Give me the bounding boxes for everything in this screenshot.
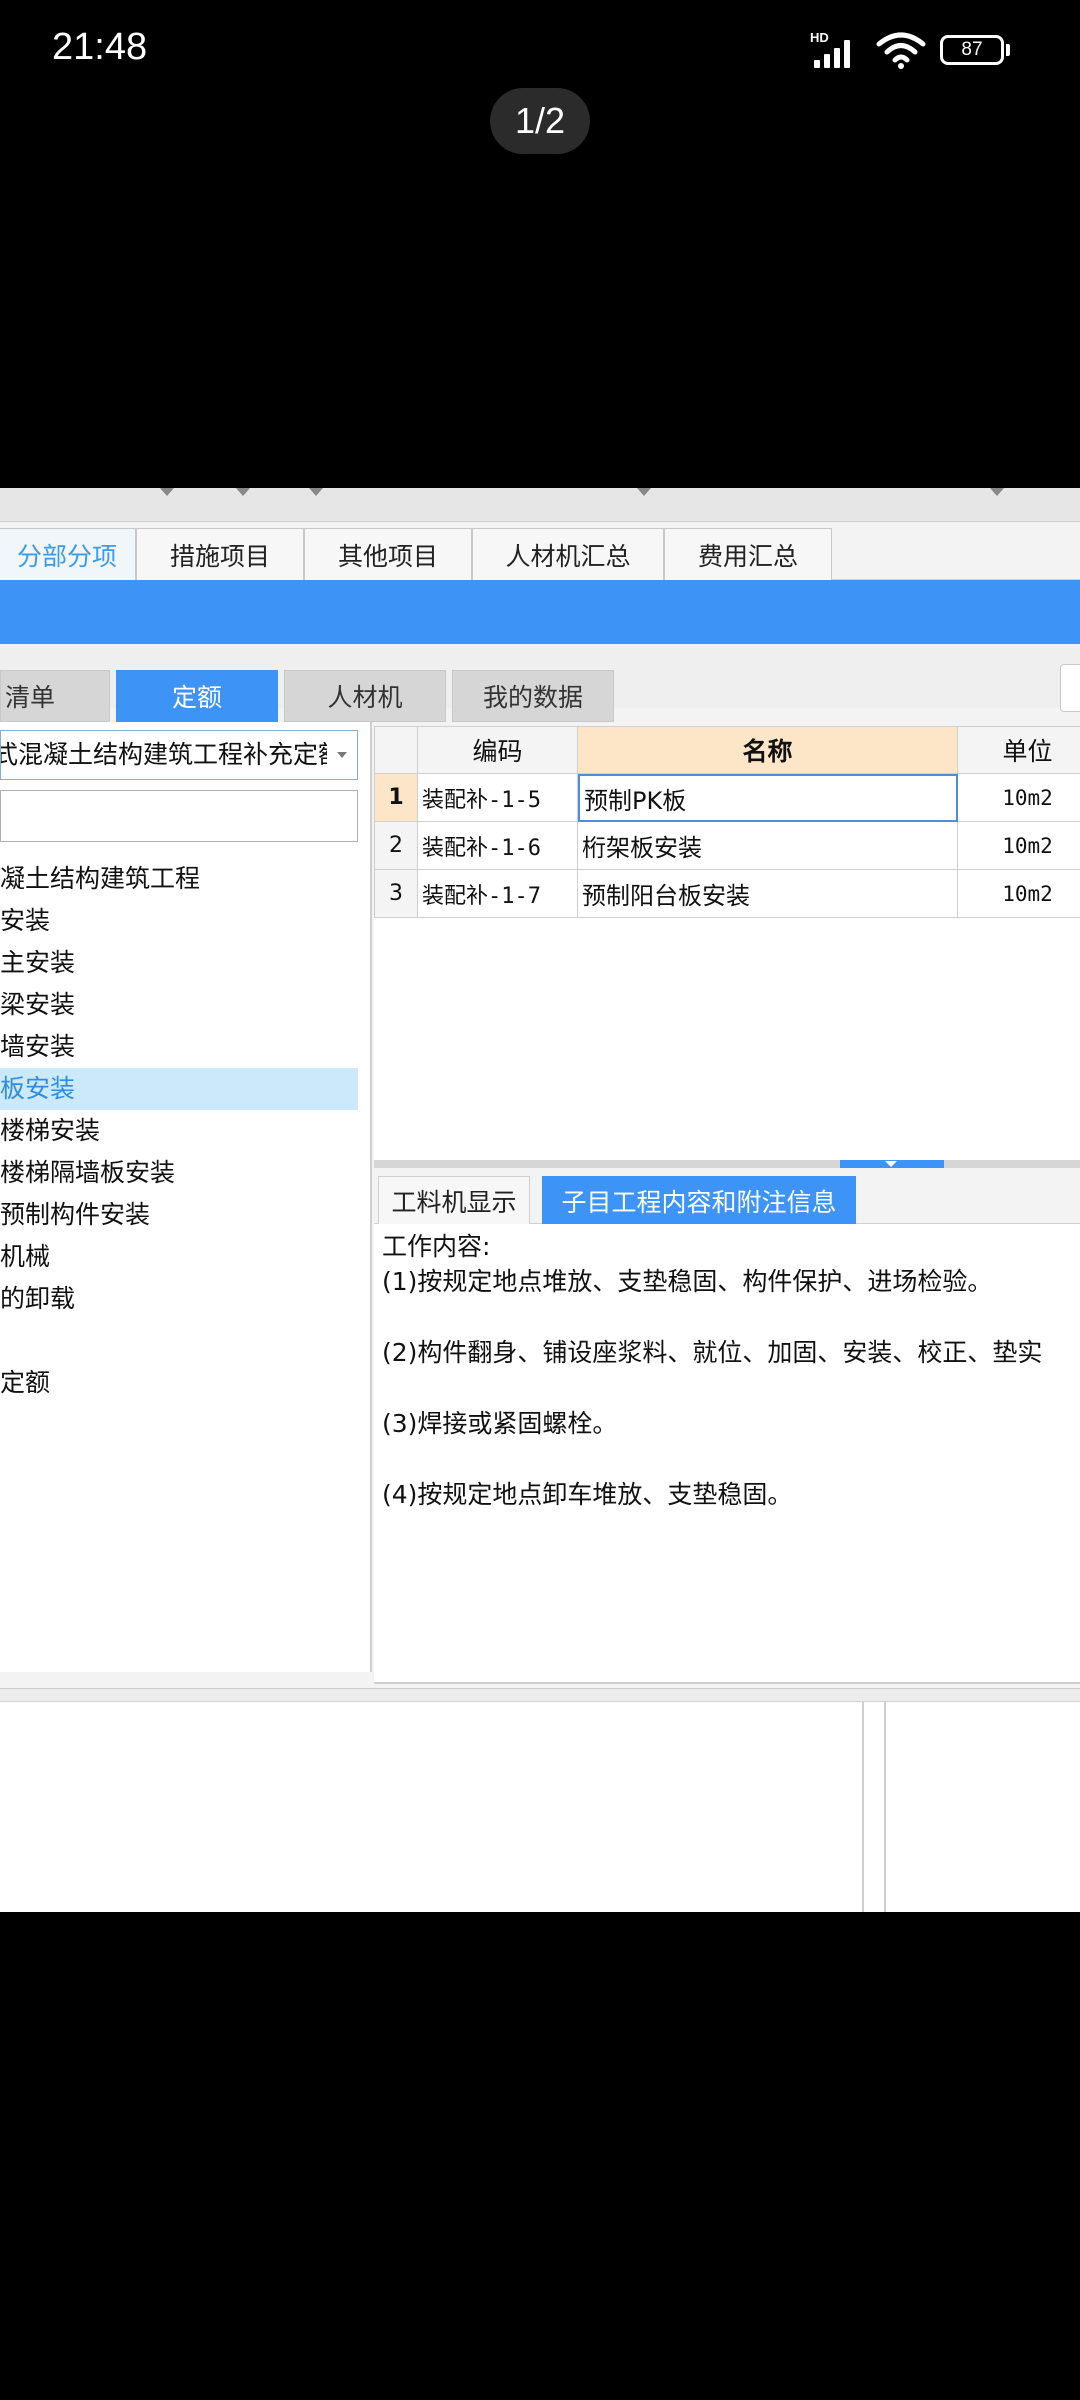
work-content-item: (3)焊接或紧固螺栓。	[382, 1409, 618, 1438]
row-index: 3	[374, 870, 418, 918]
work-content-item: (4)按规定地点卸车堆放、支垫稳固。	[382, 1480, 793, 1509]
main-tab-bar: 分部分项 措施项目 其他项目 人材机汇总 费用汇总	[0, 522, 1080, 580]
top-toolbar-strip	[0, 488, 1080, 522]
row-unit[interactable]: 10m2	[958, 774, 1080, 822]
wifi-icon	[876, 32, 926, 69]
tab-qita-xiangmu[interactable]: 其他项目	[304, 528, 472, 580]
battery-icon: 87	[940, 35, 1010, 65]
library-panel: 式混凝土结构建筑工程补充定额 凝土结构建筑工程 安装 主安装 梁安装 墙安装 板…	[0, 722, 372, 1672]
column-divider	[862, 1702, 864, 1912]
header-name[interactable]: 名称	[578, 726, 958, 774]
tree-item-selected[interactable]: 板安装	[0, 1068, 358, 1110]
row-code[interactable]: 装配补-1-5	[418, 774, 578, 822]
tree-item[interactable]: 安装	[0, 900, 358, 942]
tree-item[interactable]: 梁安装	[0, 984, 358, 1026]
header-code[interactable]: 编码	[418, 726, 578, 774]
library-select[interactable]: 式混凝土结构建筑工程补充定额	[0, 730, 358, 780]
right-edge-control[interactable]	[1060, 664, 1080, 712]
tab-cuoshi-xiangmu[interactable]: 措施项目	[136, 528, 304, 580]
tab-rencaiji-huizong[interactable]: 人材机汇总	[472, 528, 664, 580]
work-content-title: 工作内容:	[382, 1232, 491, 1261]
work-content-panel: 工作内容: (1)按规定地点堆放、支垫稳固、构件保护、进场检验。 (2)构件翻身…	[374, 1224, 1080, 1684]
row-code[interactable]: 装配补-1-6	[418, 822, 578, 870]
row-unit[interactable]: 10m2	[958, 822, 1080, 870]
tab-qingdan[interactable]: 清单	[0, 670, 110, 722]
collapse-arrow-icon	[885, 1161, 897, 1167]
column-divider	[884, 1702, 886, 1912]
tree-item[interactable]: 楼梯隔墙板安装	[0, 1152, 358, 1194]
row-index: 2	[374, 822, 418, 870]
tab-wode-shuju[interactable]: 我的数据	[452, 670, 614, 722]
chevron-down-icon	[337, 752, 347, 758]
status-icons: HD 87	[810, 30, 1010, 70]
tab-rencaiji[interactable]: 人材机	[284, 670, 446, 722]
toolbar-band	[0, 580, 1080, 644]
pane-splitter[interactable]	[374, 1160, 1080, 1168]
library-select-value: 式混凝土结构建筑工程补充定额	[0, 740, 327, 769]
quota-grid: 编码 名称 单位 1 装配补-1-5 预制PK板 10m2 2 装配补-1-6 …	[374, 726, 1080, 1168]
row-name[interactable]: 预制PK板	[578, 774, 958, 822]
table-row[interactable]: 1 装配补-1-5 预制PK板 10m2	[374, 774, 1080, 822]
page-counter: 1/2	[490, 88, 590, 154]
chapter-tree: 凝土结构建筑工程 安装 主安装 梁安装 墙安装 板安装 楼梯安装 楼梯隔墙板安装…	[0, 858, 358, 1404]
tab-zimu-gongcheng-neirong[interactable]: 子目工程内容和附注信息	[542, 1176, 856, 1224]
work-content-item: (1)按规定地点堆放、支垫稳固、构件保护、进场检验。	[382, 1267, 993, 1296]
tab-feiyong-huizong[interactable]: 费用汇总	[664, 528, 832, 580]
tree-item[interactable]: 主安装	[0, 942, 358, 984]
status-time: 21:48	[52, 26, 148, 68]
header-unit[interactable]: 单位	[958, 726, 1080, 774]
cellular-signal-icon: HD	[810, 30, 862, 70]
bottom-panel	[0, 1702, 1080, 1912]
grid-header-row: 编码 名称 单位	[374, 726, 1080, 774]
tab-dinge[interactable]: 定额	[116, 670, 278, 722]
row-name[interactable]: 桁架板安装	[578, 822, 958, 870]
tab-gongliaoji-xianshi[interactable]: 工料机显示	[378, 1176, 530, 1224]
tab-fenbu-fenxiang[interactable]: 分部分项	[0, 528, 136, 580]
tree-item[interactable]: 预制构件安装	[0, 1194, 358, 1236]
tree-item[interactable]: 墙安装	[0, 1026, 358, 1068]
tree-item[interactable]	[0, 1320, 358, 1362]
table-row[interactable]: 2 装配补-1-6 桁架板安装 10m2	[374, 822, 1080, 870]
battery-level: 87	[940, 35, 1004, 65]
tree-item[interactable]: 凝土结构建筑工程	[0, 858, 358, 900]
detail-tab-bar: 工料机显示 子目工程内容和附注信息	[374, 1172, 1080, 1224]
row-code[interactable]: 装配补-1-7	[418, 870, 578, 918]
tree-item[interactable]: 定额	[0, 1362, 358, 1404]
tree-item[interactable]: 楼梯安装	[0, 1110, 358, 1152]
tree-item[interactable]: 的卸载	[0, 1278, 358, 1320]
library-search-input[interactable]	[0, 790, 358, 842]
horizontal-divider[interactable]	[0, 1688, 1080, 1702]
row-index: 1	[374, 774, 418, 822]
work-content-item: (2)构件翻身、铺设座浆料、就位、加固、安装、校正、垫实	[382, 1338, 1043, 1367]
row-unit[interactable]: 10m2	[958, 870, 1080, 918]
tree-item[interactable]: 机械	[0, 1236, 358, 1278]
header-index	[374, 726, 418, 774]
table-row[interactable]: 3 装配补-1-7 预制阳台板安装 10m2	[374, 870, 1080, 918]
row-name[interactable]: 预制阳台板安装	[578, 870, 958, 918]
